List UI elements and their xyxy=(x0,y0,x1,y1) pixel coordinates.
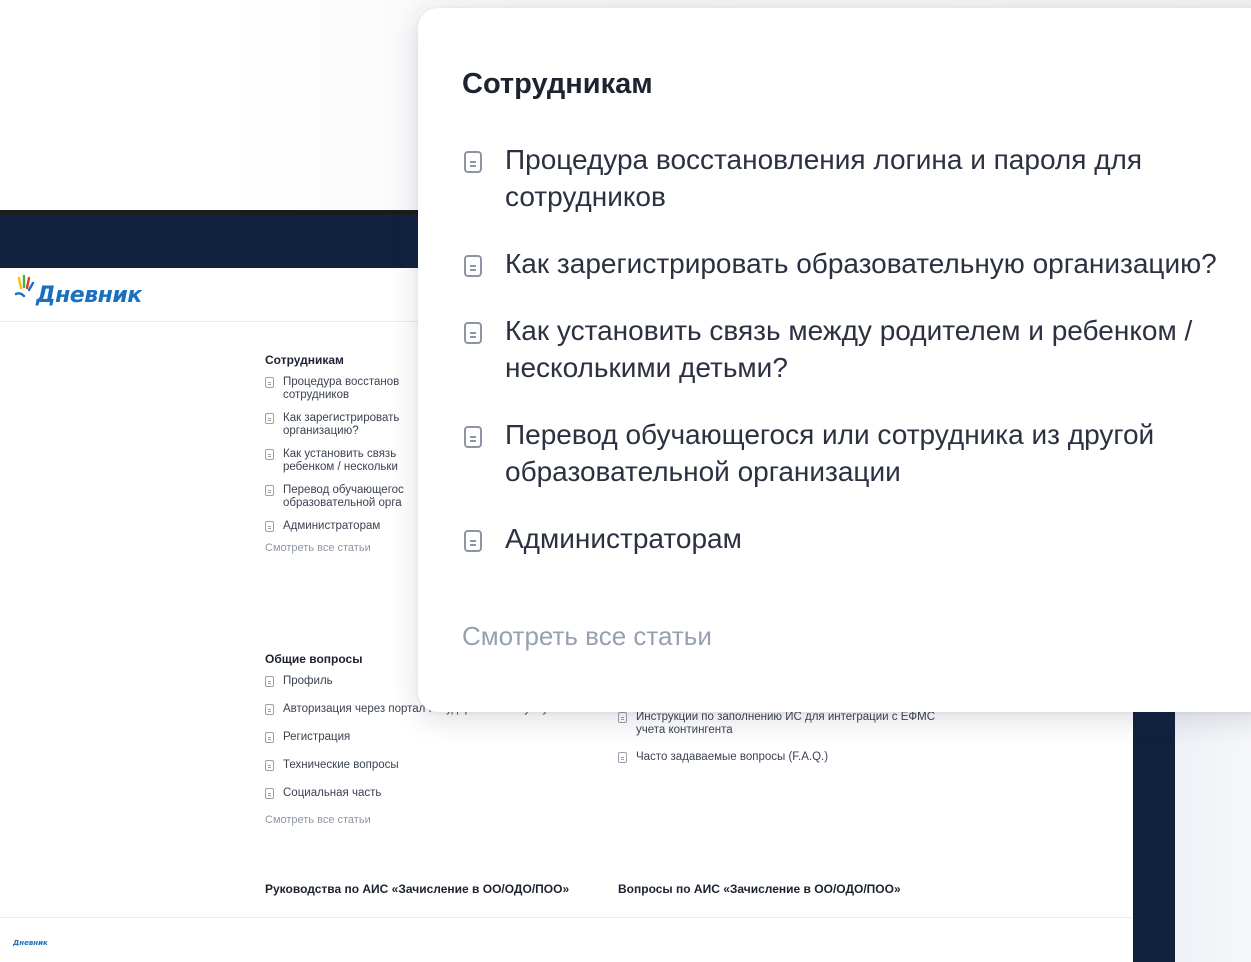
section-title: Руководства по АИС «Зачисление в ОО/ОДО/… xyxy=(265,882,570,896)
section-right-partial: Инструкции по заполнению ИС для интеграц… xyxy=(618,711,948,774)
article-link[interactable]: Социальная часть xyxy=(265,787,605,800)
document-icon xyxy=(464,530,482,552)
section-title: Сотрудникам xyxy=(265,353,344,367)
card-article-list: Процедура восстановления логина и пароля… xyxy=(462,141,1242,587)
article-link[interactable]: Перевод обучающегос образовательной орга xyxy=(265,484,440,510)
document-icon xyxy=(265,521,274,532)
document-icon xyxy=(265,732,274,743)
document-icon xyxy=(265,788,274,799)
hand-logo-icon xyxy=(14,274,35,298)
article-link[interactable]: Как зарегистрировать организацию? xyxy=(265,412,440,438)
document-icon xyxy=(265,449,274,460)
document-icon xyxy=(464,255,482,277)
document-icon xyxy=(265,485,274,496)
footer-logo[interactable]: Дневник xyxy=(13,939,48,947)
card-title: Сотрудникам xyxy=(462,68,653,100)
article-link[interactable]: Инструкции по заполнению ИС для интеграц… xyxy=(618,711,948,737)
section-staff: Сотрудникам Процедура восстанов сотрудни… xyxy=(265,353,440,554)
card-article-link[interactable]: Перевод обучающегося или сотрудника из д… xyxy=(462,416,1242,490)
document-icon xyxy=(464,426,482,448)
card-article-link[interactable]: Как зарегистрировать образовательную орг… xyxy=(462,245,1242,282)
article-link[interactable]: Администраторам xyxy=(265,520,440,533)
article-link[interactable]: Процедура восстанов сотрудников xyxy=(265,376,440,402)
card-article-link[interactable]: Процедура восстановления логина и пароля… xyxy=(462,141,1242,215)
logo-text: Дневник xyxy=(36,283,142,308)
document-icon xyxy=(265,377,274,388)
document-icon xyxy=(464,151,482,173)
site-logo[interactable]: Дневник xyxy=(14,274,142,308)
article-link[interactable]: Регистрация xyxy=(265,731,605,744)
zoom-card: Сотрудникам Процедура восстановления лог… xyxy=(418,8,1251,712)
see-all-link[interactable]: Смотреть все статьи xyxy=(462,621,712,652)
see-all-link[interactable]: Смотреть все статьи xyxy=(265,542,440,554)
page-edge-light xyxy=(1175,700,1251,962)
document-icon xyxy=(265,676,274,687)
article-link[interactable]: Как установить связь ребенком / нескольк… xyxy=(265,448,440,474)
site-footer: Дневник xyxy=(0,917,1133,962)
article-link[interactable]: Часто задаваемые вопросы (F.A.Q.) xyxy=(618,751,948,764)
document-icon xyxy=(265,760,274,771)
page-edge-dark xyxy=(1133,700,1175,962)
section-title: Вопросы по АИС «Зачисление в ОО/ОДО/ПОО» xyxy=(618,882,901,896)
document-icon xyxy=(464,322,482,344)
card-article-link[interactable]: Как установить связь между родителем и р… xyxy=(462,312,1242,386)
article-link[interactable]: Технические вопросы xyxy=(265,759,605,772)
section-guides: Руководства по АИС «Зачисление в ОО/ОДО/… xyxy=(265,882,595,905)
card-article-link[interactable]: Администраторам xyxy=(462,520,1242,557)
document-icon xyxy=(618,712,627,723)
document-icon xyxy=(265,413,274,424)
document-icon xyxy=(618,752,627,763)
section-questions: Вопросы по АИС «Зачисление в ОО/ОДО/ПОО» xyxy=(618,882,958,905)
document-icon xyxy=(265,704,274,715)
see-all-link[interactable]: Смотреть все статьи xyxy=(265,814,605,826)
